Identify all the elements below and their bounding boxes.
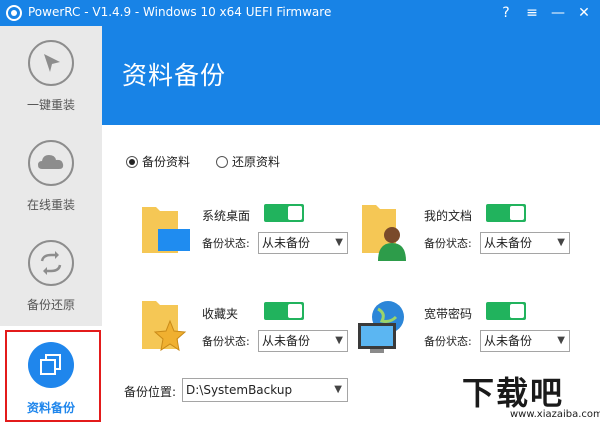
radio-label: 还原资料 (232, 155, 281, 169)
select-value: 从未备份 (484, 334, 533, 348)
desktop-folder-icon (138, 201, 190, 261)
toggle-knob (510, 304, 524, 318)
backup-item-broadband-password: 宽带密码 备份状态: 从未备份 ▼ (356, 299, 586, 379)
status-label: 备份状态: (202, 335, 250, 348)
sidebar-item-backup-restore[interactable]: 备份还原 (0, 226, 102, 326)
select-value: 从未备份 (262, 236, 311, 250)
select-value: 从未备份 (262, 334, 311, 348)
cloud-icon (28, 140, 74, 186)
sidebar-item-label: 在线重装 (26, 198, 75, 212)
backup-item-desktop: 系统桌面 备份状态: 从未备份 ▼ (138, 201, 368, 281)
radio-backup-data[interactable]: 备份资料 (126, 153, 190, 169)
close-button[interactable]: ✕ (574, 3, 594, 23)
item-name: 系统桌面 (202, 209, 251, 223)
watermark: 下载吧 www.xiazaiba.com (462, 368, 600, 424)
chevron-down-icon: ▼ (335, 335, 343, 346)
sidebar-item-label: 一键重装 (26, 98, 75, 112)
title-bar: PowerRC - V1.4.9 - Windows 10 x64 UEFI F… (0, 0, 600, 26)
sidebar-item-online-reinstall[interactable]: 在线重装 (0, 126, 102, 226)
favorites-folder-icon (138, 299, 190, 359)
radio-dot (216, 156, 228, 168)
status-label: 备份状态: (424, 237, 472, 250)
refresh-arrows-icon (28, 240, 74, 286)
cursor-arrow-icon (28, 40, 74, 86)
backup-location-select[interactable]: D:\SystemBackup ▼ (182, 378, 348, 402)
radio-dot (126, 156, 138, 168)
broadband-status-select[interactable]: 从未备份 ▼ (480, 330, 570, 352)
backup-item-favorites: 收藏夹 备份状态: 从未备份 ▼ (138, 299, 368, 379)
documents-status-select[interactable]: 从未备份 ▼ (480, 232, 570, 254)
toggle-knob (288, 206, 302, 220)
minimize-button[interactable]: — (548, 3, 568, 23)
chevron-down-icon: ▼ (557, 335, 565, 346)
highlight-annotation-box (5, 330, 101, 422)
desktop-toggle[interactable] (264, 204, 304, 222)
select-value: D:\SystemBackup (186, 383, 293, 397)
menu-button[interactable]: ≡ (522, 3, 542, 23)
item-name: 收藏夹 (202, 307, 239, 321)
help-button[interactable]: ? (496, 3, 516, 23)
watermark-logo: 下载吧 (462, 374, 565, 412)
window-title: PowerRC - V1.4.9 - Windows 10 x64 UEFI F… (28, 5, 332, 19)
page-title: 资料备份 (122, 61, 227, 90)
radio-restore-data[interactable]: 还原资料 (216, 153, 280, 169)
backup-location-label: 备份位置: (124, 385, 177, 399)
favorites-status-select[interactable]: 从未备份 ▼ (258, 330, 348, 352)
select-value: 从未备份 (484, 236, 533, 250)
broadband-toggle[interactable] (486, 302, 526, 320)
desktop-status-select[interactable]: 从未备份 ▼ (258, 232, 348, 254)
sidebar-item-label: 备份还原 (26, 298, 75, 312)
item-name: 我的文档 (424, 209, 473, 223)
chevron-down-icon: ▼ (335, 237, 343, 248)
chevron-down-icon: ▼ (557, 237, 565, 248)
favorites-toggle[interactable] (264, 302, 304, 320)
app-logo-icon (6, 5, 22, 21)
toggle-knob (288, 304, 302, 318)
documents-folder-icon (360, 201, 412, 261)
sidebar-item-one-click-reinstall[interactable]: 一键重装 (0, 26, 102, 126)
backup-item-documents: 我的文档 备份状态: 从未备份 ▼ (360, 201, 590, 281)
page-header: 资料备份 (102, 26, 600, 125)
watermark-url: www.xiazaiba.com (510, 409, 600, 420)
chevron-down-icon: ▼ (334, 384, 342, 395)
status-label: 备份状态: (202, 237, 250, 250)
radio-label: 备份资料 (142, 155, 191, 169)
network-globe-icon (356, 299, 408, 359)
documents-toggle[interactable] (486, 204, 526, 222)
toggle-knob (510, 206, 524, 220)
item-name: 宽带密码 (424, 307, 473, 321)
status-label: 备份状态: (424, 335, 472, 348)
